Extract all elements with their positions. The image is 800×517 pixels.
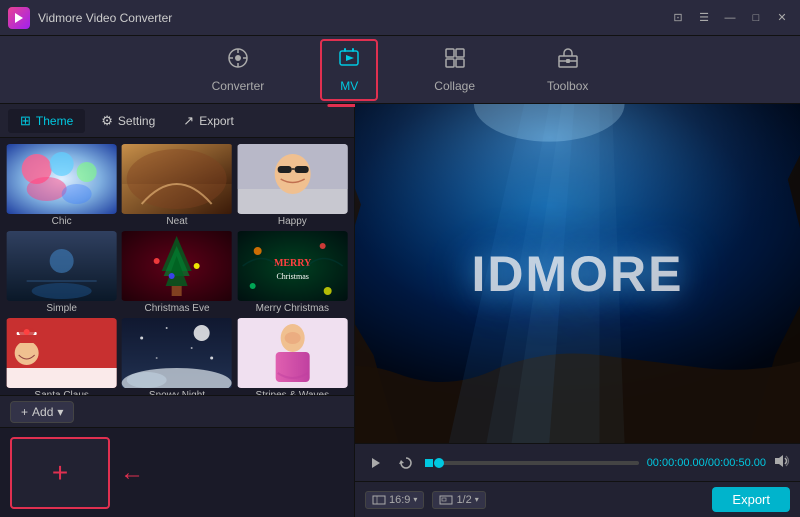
converter-label: Converter [212, 79, 265, 93]
converter-icon [227, 47, 249, 75]
theme-thumb-snowy-night [121, 318, 232, 388]
tab-collage[interactable]: Collage [418, 41, 491, 99]
theme-thumb-merry-christmas: MERRY Christmas [237, 231, 348, 301]
theme-item-merry-christmas[interactable]: MERRY Christmas Merry Christmas [237, 231, 348, 314]
resolution-label: 1/2 [456, 494, 471, 506]
aspect-ratio-label: 16:9 [389, 494, 410, 506]
main-content: ⊞ Theme ⚙ Setting ↗ Export [0, 104, 800, 517]
maximize-btn[interactable]: □ [746, 8, 766, 28]
right-panel: IDMORE 00:00: [355, 104, 800, 517]
tab-mv[interactable]: MV [320, 39, 378, 101]
theme-label-neat: Neat [166, 216, 187, 227]
left-panel: ⊞ Theme ⚙ Setting ↗ Export [0, 104, 355, 517]
progress-handle[interactable] [434, 458, 444, 468]
subtab-theme[interactable]: ⊞ Theme [8, 109, 85, 133]
add-clip-button[interactable]: + [10, 437, 110, 509]
plus-icon: + [21, 405, 28, 419]
subtab-export[interactable]: ↗ Export [171, 109, 246, 133]
chat-btn[interactable]: ⊡ [668, 8, 688, 28]
preview-watermark: IDMORE [472, 245, 684, 303]
theme-item-chic[interactable]: Chic [6, 144, 117, 227]
rotate-button[interactable] [395, 452, 417, 474]
theme-label-merry-christmas: Merry Christmas [256, 303, 329, 314]
theme-thumb-simple [6, 231, 117, 301]
theme-grid: Chic [0, 138, 354, 395]
theme-item-christmas-eve[interactable]: Christmas Eve [121, 231, 232, 314]
play-button[interactable] [365, 452, 387, 474]
theme-label-christmas-eve: Christmas Eve [144, 303, 209, 314]
theme-label-happy: Happy [278, 216, 307, 227]
time-total: 00:00:50.00 [708, 457, 766, 469]
subtab-theme-label: Theme [36, 114, 73, 128]
export-arrow-icon: ↗ [183, 113, 194, 129]
theme-grid-icon: ⊞ [20, 113, 31, 129]
theme-thumb-happy [237, 144, 348, 214]
theme-item-simple[interactable]: Simple [6, 231, 117, 314]
setting-gear-icon: ⚙ [101, 113, 113, 129]
window-controls: ⊡ ☰ — □ ✕ [668, 8, 792, 28]
time-current: 00:00:00.00 [647, 457, 705, 469]
theme-thumb-christmas-eve [121, 231, 232, 301]
theme-label-simple: Simple [46, 303, 77, 314]
mv-icon [338, 47, 360, 75]
resolution-button[interactable]: 1/2 ▾ [432, 491, 485, 509]
volume-button[interactable] [774, 454, 790, 471]
toolbox-icon [557, 47, 579, 75]
theme-thumb-santa-claus [6, 318, 117, 388]
progress-dot [425, 459, 433, 467]
subtab-setting[interactable]: ⚙ Setting [89, 109, 167, 133]
preview-area: IDMORE [355, 104, 800, 443]
export-button[interactable]: Export [712, 487, 790, 512]
theme-thumb-chic [6, 144, 117, 214]
add-label: Add [32, 405, 53, 419]
nav-tabs: Converter MV Collage [0, 36, 800, 104]
subtab-setting-label: Setting [118, 114, 155, 128]
titlebar: Vidmore Video Converter ⊡ ☰ — □ ✕ [0, 0, 800, 36]
theme-thumb-neat [121, 144, 232, 214]
theme-item-stripes-waves[interactable]: Stripes & Waves [237, 318, 348, 395]
theme-item-happy[interactable]: Happy [237, 144, 348, 227]
controls-bar: 00:00:00.00/00:00:50.00 [355, 443, 800, 481]
close-btn[interactable]: ✕ [772, 8, 792, 28]
collage-icon [444, 47, 466, 75]
clip-area: + ← [0, 427, 354, 517]
preview-background: IDMORE [355, 104, 800, 443]
clip-plus-icon: + [52, 457, 68, 489]
progress-bar[interactable] [439, 461, 639, 465]
mv-label: MV [340, 79, 358, 93]
time-display: 00:00:00.00/00:00:50.00 [647, 457, 766, 469]
collage-label: Collage [434, 79, 475, 93]
clip-arrow-icon: ← [120, 459, 144, 487]
theme-item-neat[interactable]: Neat [121, 144, 232, 227]
add-bar: + Add ▾ [0, 395, 354, 427]
minimize-btn[interactable]: — [720, 8, 740, 28]
theme-item-santa-claus[interactable]: Santa Claus [6, 318, 117, 395]
menu-btn[interactable]: ☰ [694, 8, 714, 28]
resolution-dropdown-icon: ▾ [475, 495, 479, 504]
toolbox-label: Toolbox [547, 79, 588, 93]
subtab-export-label: Export [199, 114, 234, 128]
tab-converter[interactable]: Converter [196, 41, 281, 99]
bottom-bar: 16:9 ▾ 1/2 ▾ Export [355, 481, 800, 517]
dropdown-arrow-icon: ▾ [57, 405, 63, 419]
tab-toolbox[interactable]: Toolbox [531, 41, 604, 99]
theme-label-chic: Chic [52, 216, 72, 227]
theme-item-snowy-night[interactable]: Snowy Night [121, 318, 232, 395]
aspect-ratio-button[interactable]: 16:9 ▾ [365, 491, 424, 509]
aspect-dropdown-icon: ▾ [413, 495, 417, 504]
app-title: Vidmore Video Converter [38, 11, 668, 25]
app-logo [8, 7, 30, 29]
theme-thumb-stripes-waves [237, 318, 348, 388]
sub-tabs: ⊞ Theme ⚙ Setting ↗ Export [0, 104, 354, 138]
add-button[interactable]: + Add ▾ [10, 401, 74, 423]
